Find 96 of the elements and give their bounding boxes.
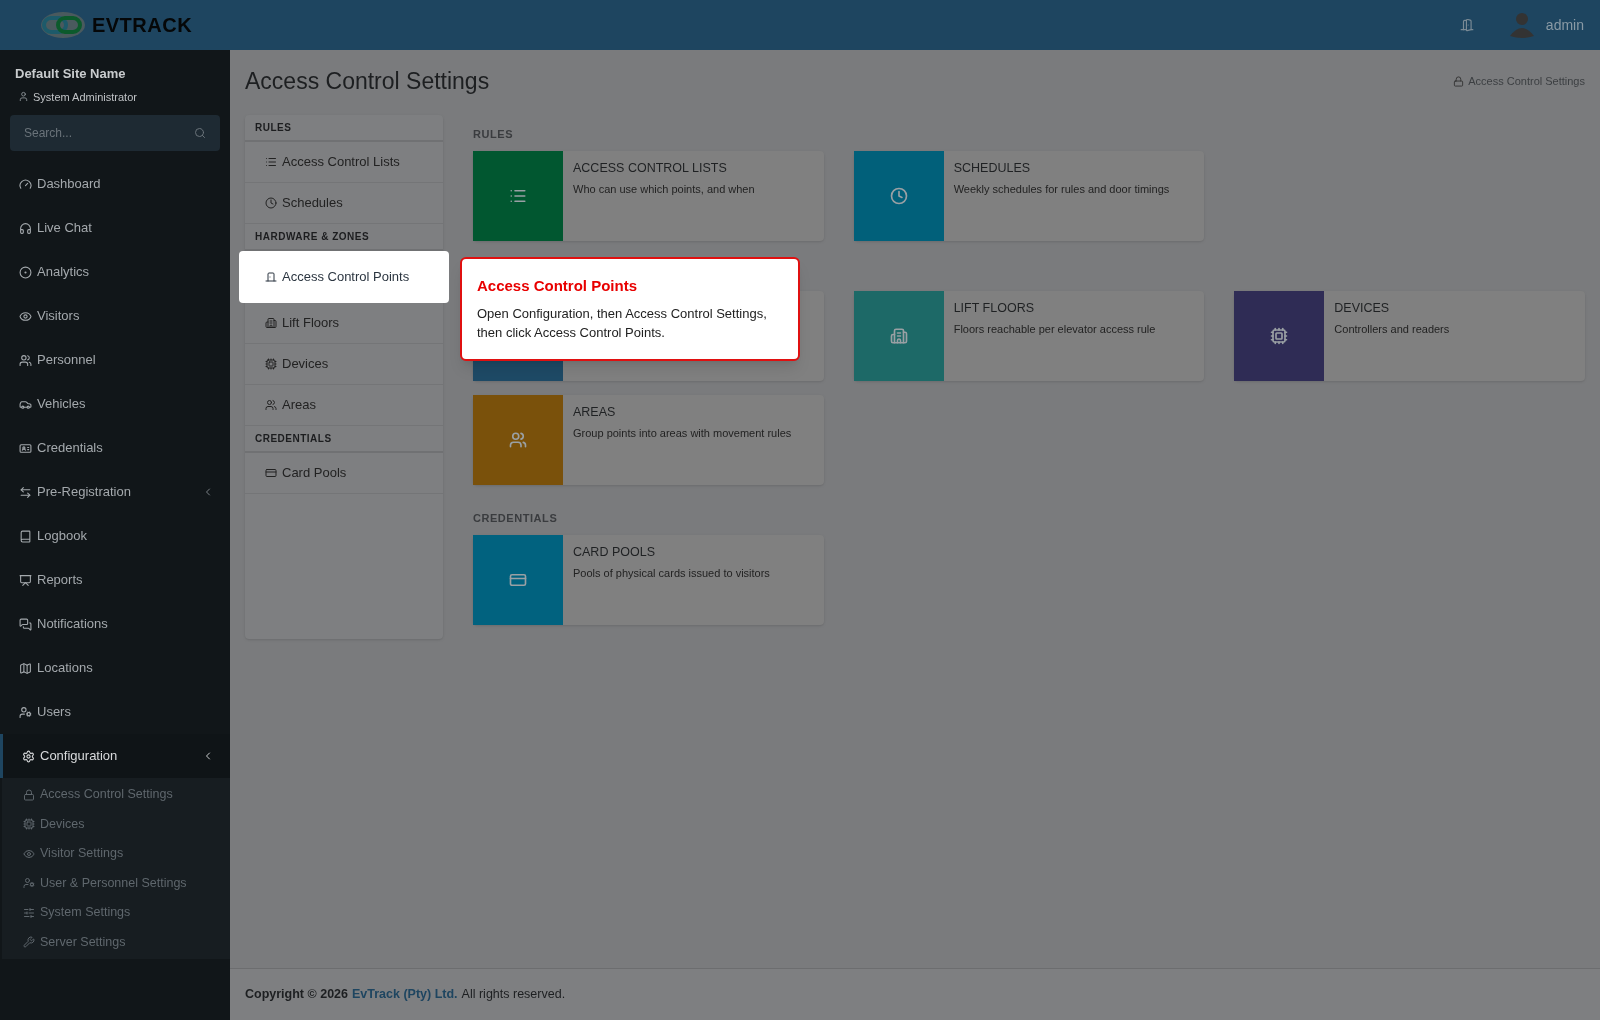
clock-icon [889, 186, 908, 205]
search-field[interactable]: Search... [10, 115, 220, 151]
tooltip-title: Access Control Points [477, 276, 639, 296]
menu-item[interactable]: Users [0, 690, 230, 734]
map-icon [19, 661, 32, 675]
copyright-text: Copyright © 2026 [245, 986, 348, 1004]
menu-item[interactable]: Analytics [0, 250, 230, 294]
building-icon [889, 326, 908, 345]
logo-text: EVTRACK [91, 13, 193, 38]
menu-item[interactable]: Visitors [0, 294, 230, 338]
eye-icon [19, 309, 32, 323]
submenu-item[interactable]: User & Personnel Settings [2, 868, 230, 898]
card-description: Pools of physical cards issued to visitors [573, 566, 771, 582]
people-icon [19, 353, 32, 367]
building-icon [265, 316, 277, 329]
menu-item[interactable]: Credentials [0, 426, 230, 470]
card-description: Group points into areas with movement rules [573, 426, 793, 442]
chip-icon [1270, 326, 1289, 345]
lock-icon [1453, 75, 1465, 87]
nav-heading: RULES [245, 114, 443, 142]
gauge-icon [19, 177, 32, 191]
menu-item[interactable]: Personnel [0, 338, 230, 382]
sliders-icon [23, 906, 35, 919]
chat-icon [19, 617, 32, 631]
chart-icon [19, 573, 32, 587]
submenu-item[interactable]: Devices [2, 809, 230, 839]
nav-item[interactable]: Card Pools [245, 452, 443, 494]
menu-item[interactable]: Vehicles [0, 382, 230, 426]
lock-icon [23, 788, 35, 801]
search-icon [194, 127, 206, 139]
submenu-item[interactable]: Server Settings [2, 927, 230, 957]
section-heading: RULES [473, 127, 514, 142]
card-title: ACCESS CONTROL LISTS [573, 159, 728, 177]
card-description: Controllers and readers [1334, 322, 1451, 338]
people-icon [265, 398, 277, 411]
card-title: DEVICES [1334, 299, 1391, 317]
menu-item[interactable]: Locations [0, 646, 230, 690]
card-description: Weekly schedules for rules and door timings [953, 182, 1171, 198]
card-title: LIFT FLOORS [953, 299, 1035, 317]
menu-item[interactable]: Dashboard [0, 162, 230, 206]
nav-item[interactable]: Access Control Points [239, 250, 449, 303]
card-description: Floors reachable per elevator access rule [953, 322, 1157, 338]
breadcrumb[interactable]: Access Control Settings [1468, 73, 1585, 90]
submenu-item[interactable]: Visitor Settings [2, 839, 230, 869]
gear-icon [22, 749, 35, 763]
nav-item[interactable]: Devices [245, 343, 443, 385]
role-text: System Administrator [33, 89, 137, 105]
menu-item[interactable]: Reports [0, 558, 230, 602]
clock-icon [265, 196, 277, 209]
chip-icon [265, 357, 277, 370]
search-input[interactable]: Search... [24, 124, 194, 142]
nav-item[interactable]: Areas [245, 384, 443, 426]
people-icon [509, 430, 527, 449]
menu-item[interactable]: Pre-Registration [0, 470, 230, 514]
nav-item[interactable]: Lift Floors [245, 302, 443, 344]
nav-heading: CREDENTIALS [245, 425, 443, 453]
user-gear-icon [23, 877, 35, 890]
avatar-icon [1509, 12, 1534, 38]
settings-card[interactable]: SCHEDULES Weekly schedules for rules and door timings [853, 150, 1205, 241]
headset-icon [19, 221, 32, 235]
submenu-item[interactable]: System Settings [2, 898, 230, 928]
settings-card[interactable]: CARD POOLS Pools of physical cards issued to visitors [473, 534, 824, 625]
menu-item[interactable]: Live Chat [0, 206, 230, 250]
menu-item[interactable]: Notifications [0, 602, 230, 646]
arrows-icon [19, 485, 32, 499]
page-title: Access Control Settings [245, 67, 490, 96]
chip-icon [23, 818, 35, 831]
id-card-icon [19, 441, 32, 455]
wrench-icon [23, 936, 35, 949]
section-heading: CREDENTIALS [473, 511, 558, 526]
eye-icon [23, 847, 35, 860]
settings-card[interactable]: ACCESS CONTROL LISTS Who can use which points, and when [473, 150, 824, 241]
rights-text: All rights reserved. [461, 986, 566, 1004]
site-name: Default Site Name [15, 65, 127, 83]
tooltip-text: Open Configuration, then Access Control Settings, then click Access Control Points. [477, 304, 768, 342]
menu-item[interactable]: Logbook [0, 514, 230, 558]
card-description: Who can use which points, and when [573, 182, 756, 198]
user-name[interactable]: admin [1545, 14, 1584, 36]
user-gear-icon [19, 705, 32, 719]
nav-item[interactable]: Schedules [245, 182, 443, 224]
settings-card[interactable]: DEVICES Controllers and readers [1234, 290, 1585, 381]
card-title: AREAS [573, 403, 617, 421]
target-icon [19, 265, 32, 279]
book-icon [19, 529, 32, 543]
company-link[interactable]: EvTrack (Pty) Ltd. [352, 985, 458, 1004]
card-title: CARD POOLS [573, 543, 656, 561]
settings-card[interactable]: LIFT FLOORS Floors reachable per elevator access rule [853, 290, 1205, 381]
card-title: SCHEDULES [953, 159, 1032, 177]
list-icon [265, 155, 277, 168]
nav-item[interactable]: Access Control Lists [245, 141, 443, 183]
door-icon[interactable] [1459, 18, 1474, 32]
submenu-item[interactable]: Access Control Settings [2, 780, 230, 810]
user-icon [18, 91, 29, 103]
card-icon [265, 466, 277, 479]
settings-card[interactable]: AREAS Group points into areas with movement rules [473, 394, 824, 485]
door-icon [265, 270, 277, 283]
